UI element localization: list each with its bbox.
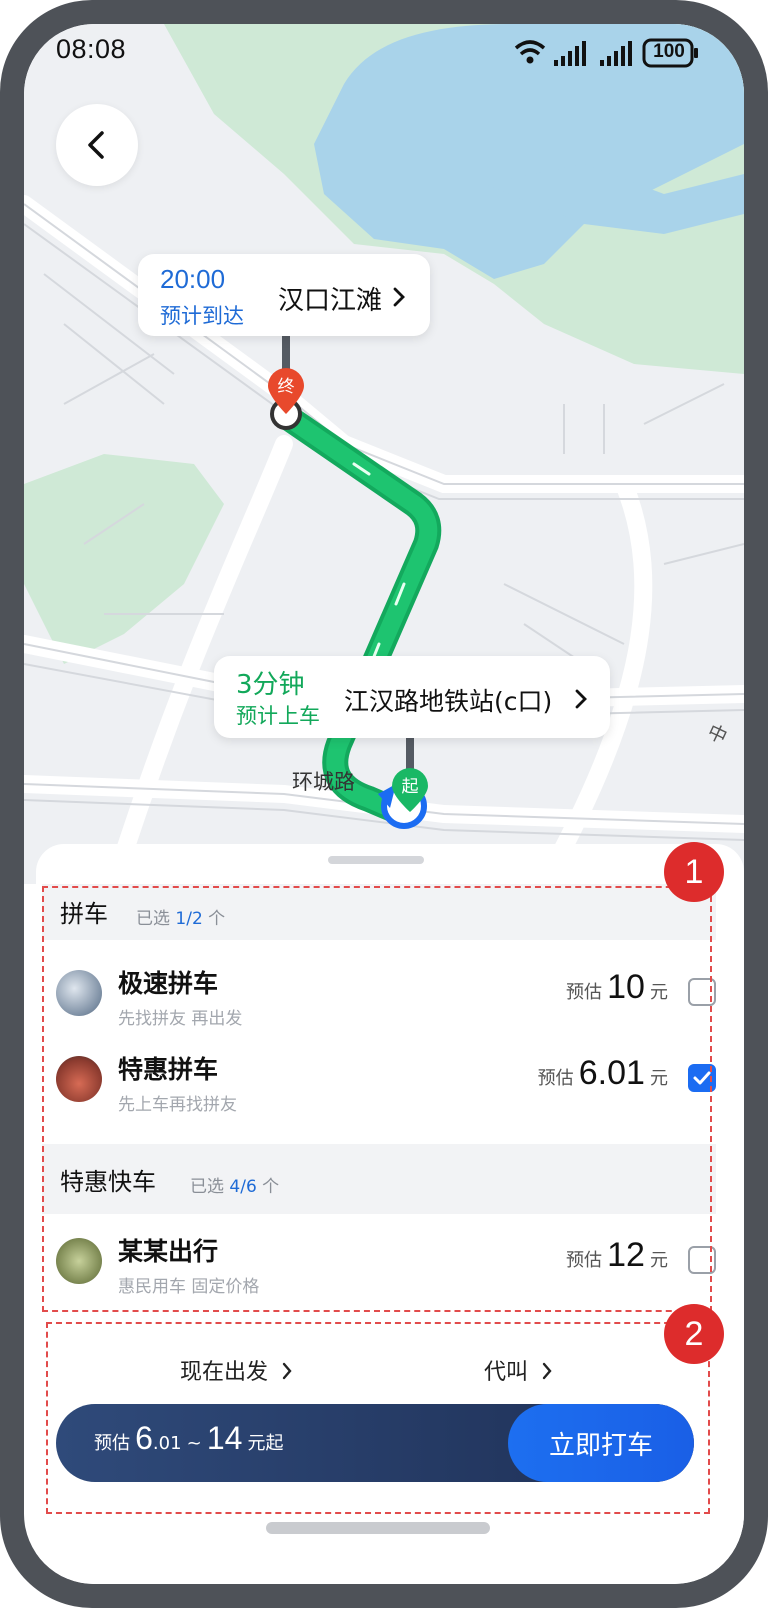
wifi-icon — [514, 40, 546, 64]
annotation-badge-1: 1 — [664, 842, 724, 902]
chevron-right-icon — [393, 287, 405, 307]
chevron-left-icon — [88, 131, 104, 159]
device-frame: 环城路 中 终 起 08:08 100 20:00 预计到达 汉口江滩 3分钟 … — [0, 0, 768, 1608]
battery-level: 100 — [653, 41, 685, 62]
screen: 环城路 中 终 起 08:08 100 20:00 预计到达 汉口江滩 3分钟 … — [24, 24, 744, 1584]
home-indicator[interactable] — [266, 1522, 490, 1534]
arrival-time: 20:00 — [160, 264, 226, 294]
pickup-time: 3分钟 — [236, 670, 305, 700]
signal-icon-1 — [554, 41, 586, 66]
destination-marker-label: 终 — [277, 377, 295, 397]
pickup-marker[interactable]: 起 — [390, 768, 430, 814]
arrival-label: 预计到达 — [160, 304, 244, 328]
pickup-name: 江汉路地铁站(c口) — [344, 687, 553, 716]
destination-name: 汉口江滩 — [278, 286, 383, 316]
sheet-drag-handle[interactable] — [328, 856, 424, 864]
chevron-right-icon — [575, 689, 587, 709]
annotation-badge-2: 2 — [664, 1304, 724, 1364]
pickup-marker-label: 起 — [401, 777, 419, 797]
signal-icon-2 — [600, 41, 632, 66]
status-time: 08:08 — [56, 34, 127, 64]
destination-marker[interactable]: 终 — [266, 368, 306, 416]
pickup-callout[interactable]: 3分钟 预计上车 江汉路地铁站(c口) — [214, 656, 610, 738]
pickup-label: 预计上车 — [236, 704, 320, 728]
destination-callout[interactable]: 20:00 预计到达 汉口江滩 — [138, 254, 430, 336]
status-icons — [514, 38, 698, 68]
road-label-huancheng: 环城路 — [292, 770, 355, 794]
back-button[interactable] — [56, 104, 138, 186]
annotation-box-1 — [42, 886, 712, 1312]
annotation-box-2 — [46, 1322, 710, 1514]
